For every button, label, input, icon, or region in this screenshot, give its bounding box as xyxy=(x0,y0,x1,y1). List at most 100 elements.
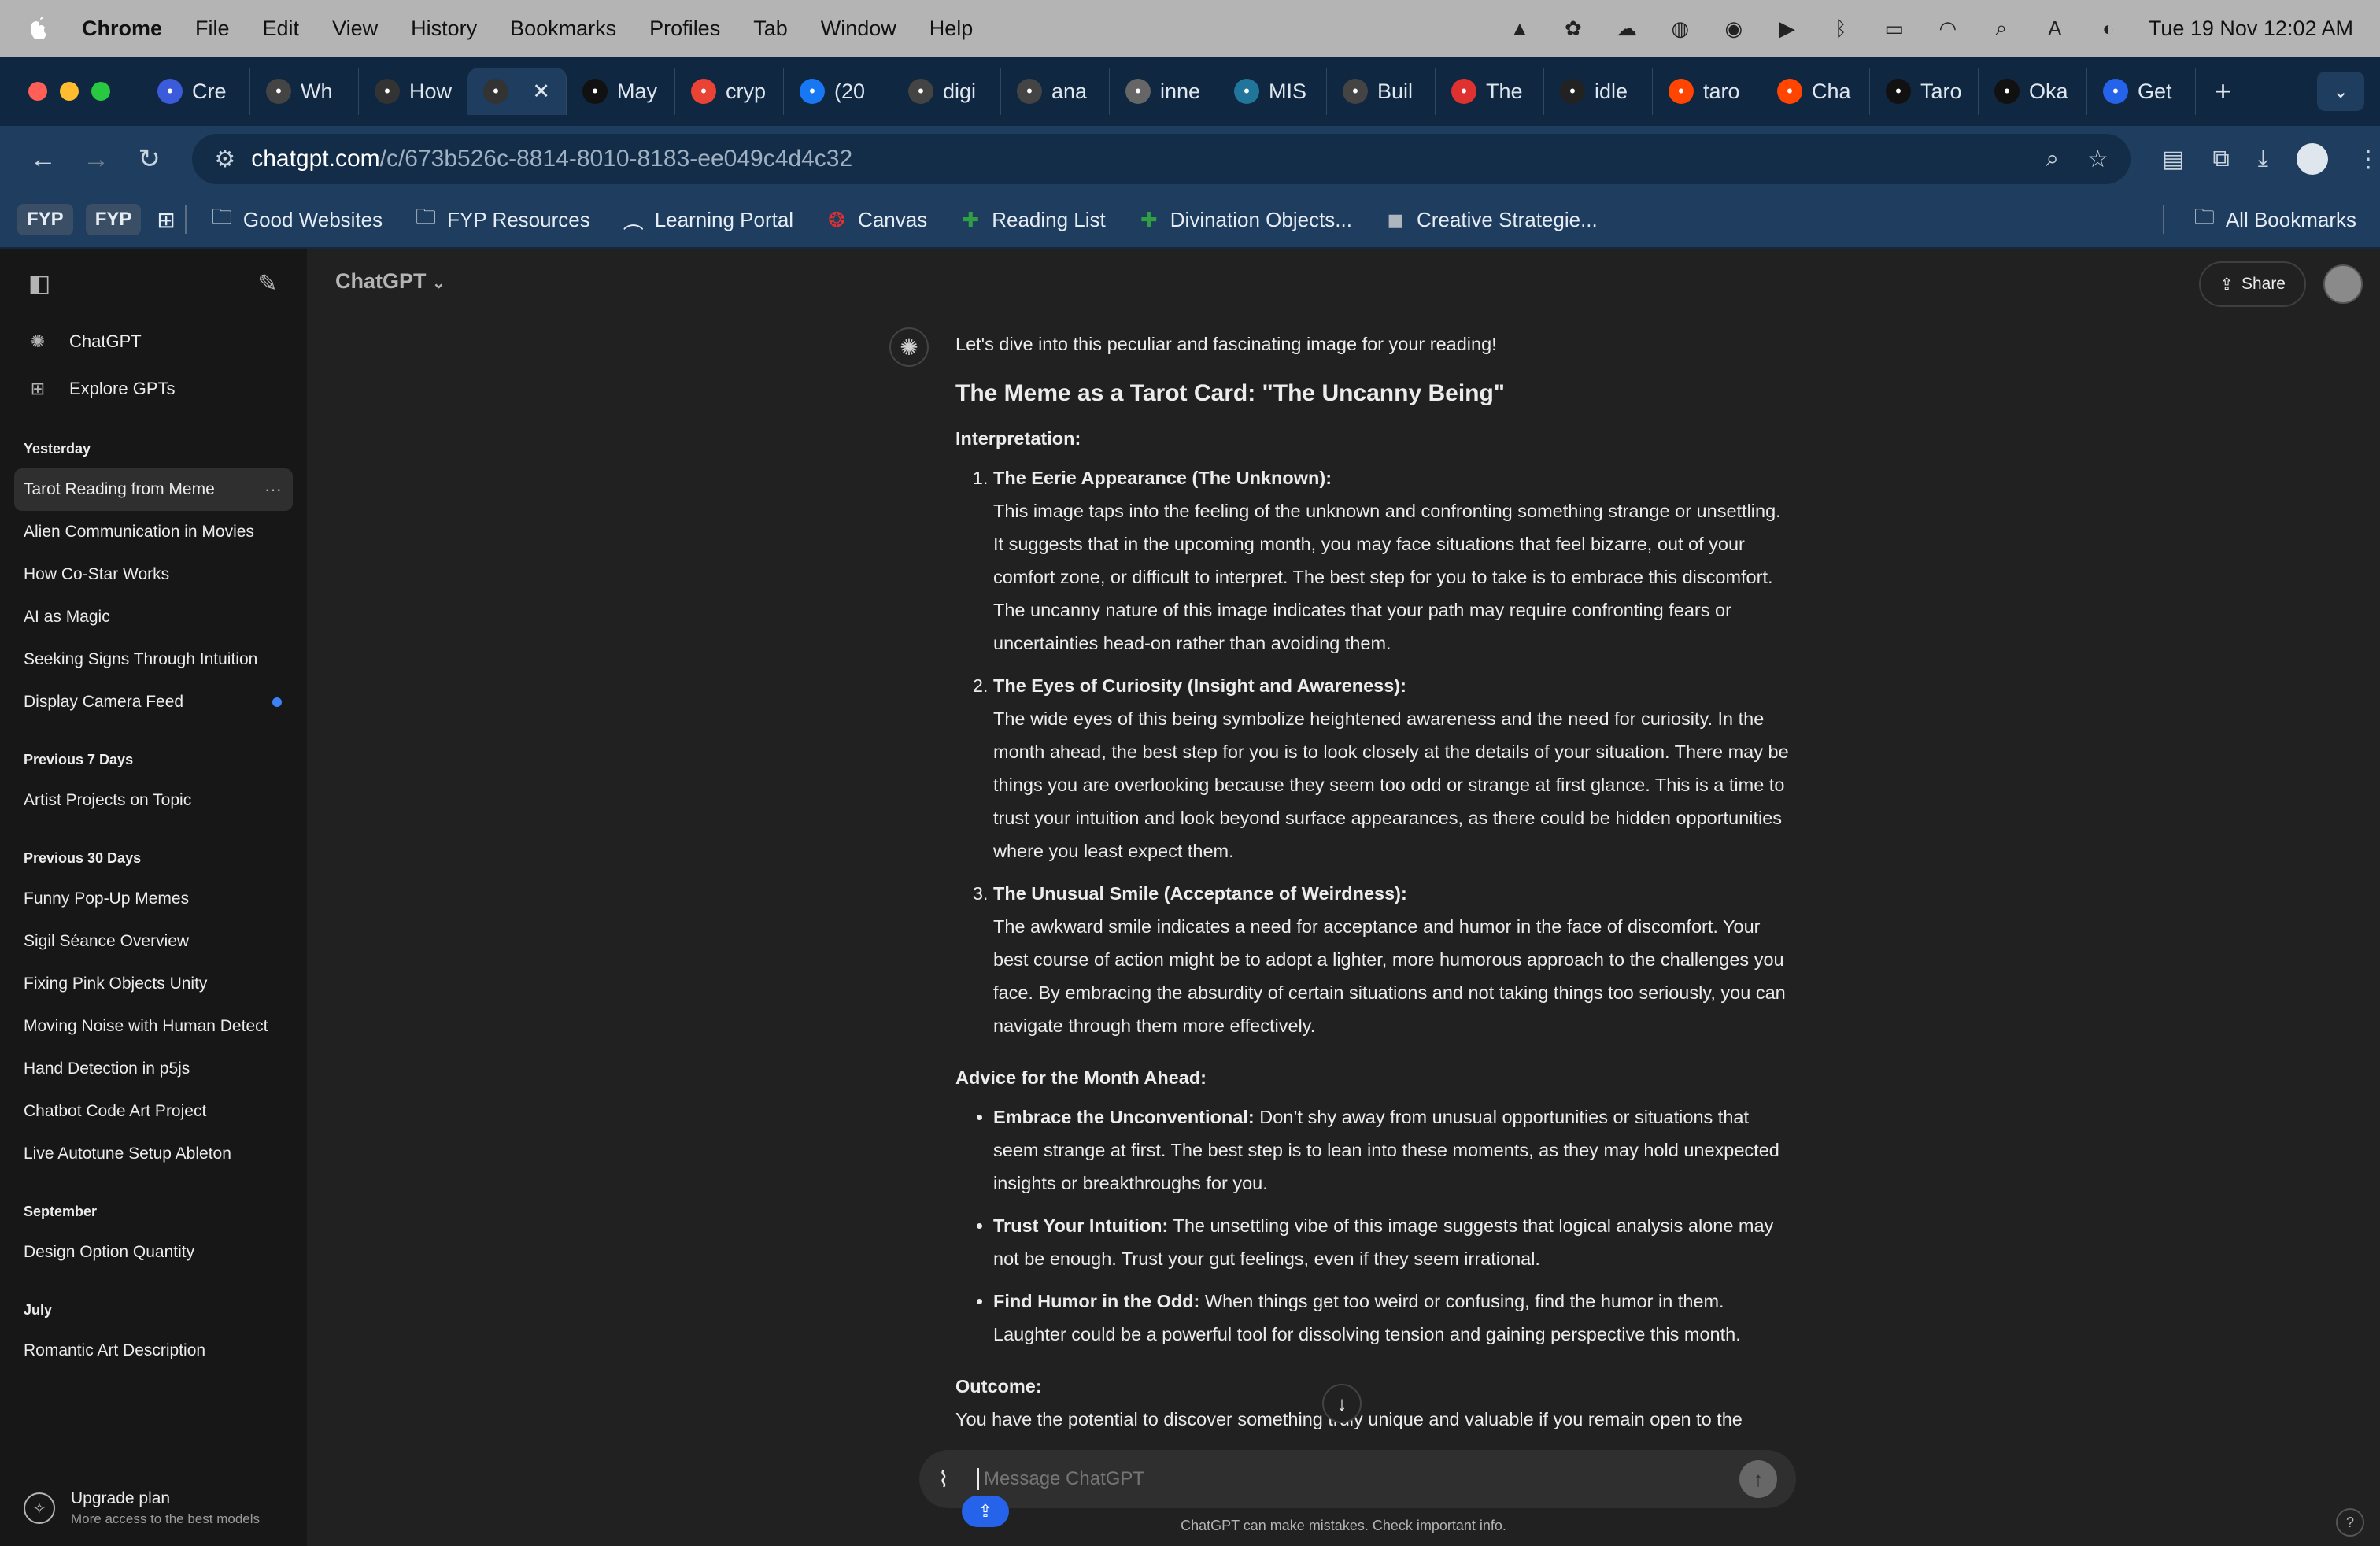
browser-tab[interactable]: • May xyxy=(567,68,675,115)
browser-tab[interactable]: • The xyxy=(1436,68,1544,115)
minimize-window-button[interactable] xyxy=(60,82,79,101)
bookmark-chip-fyp-2[interactable]: FYP xyxy=(85,204,142,235)
browser-tab[interactable]: • Taro xyxy=(1870,68,1979,115)
sidebar-chat-item[interactable]: Live Autotune Setup Ableton xyxy=(14,1133,293,1175)
bookmark-chip-fyp[interactable]: FYP xyxy=(17,204,73,235)
browser-tab[interactable]: • digi xyxy=(893,68,1001,115)
bookmark-fyp-resources[interactable]: 🗀 FYP Resources xyxy=(414,202,590,237)
menu-profiles[interactable]: Profiles xyxy=(649,17,720,41)
menu-view[interactable]: View xyxy=(332,17,378,41)
zoom-window-button[interactable] xyxy=(91,82,110,101)
sidebar-chat-item[interactable]: Fixing Pink Objects Unity xyxy=(14,963,293,1005)
back-button[interactable]: ← xyxy=(20,135,65,183)
browser-tab[interactable]: • ✕ xyxy=(468,68,567,115)
browser-tab[interactable]: • inne xyxy=(1110,68,1218,115)
browser-tab[interactable]: • Get xyxy=(2087,68,2196,115)
bookmark-learning-portal[interactable]: ︵ Learning Portal xyxy=(622,205,793,235)
sidebar-item-explore-gpts[interactable]: ⊞ Explore GPTs xyxy=(0,365,307,412)
bookmark-star-icon[interactable]: ☆ xyxy=(2087,146,2108,173)
sidebar-item-chatgpt[interactable]: ✺ ChatGPT xyxy=(0,318,307,365)
reload-button[interactable]: ↻ xyxy=(127,135,172,183)
spotlight-search-icon[interactable]: ⌕ xyxy=(1988,16,2015,40)
close-tab-icon[interactable]: ✕ xyxy=(532,80,550,104)
input-source-icon[interactable]: A xyxy=(2042,17,2068,40)
new-tab-button[interactable]: + xyxy=(2215,75,2231,108)
menu-window[interactable]: Window xyxy=(821,17,896,41)
address-bar[interactable]: ⚙ chatgpt.com/c/673b526c-8814-8010-8183-… xyxy=(192,134,2131,184)
creative-cloud-icon[interactable]: ✿ xyxy=(1560,17,1587,40)
browser-tab[interactable]: • Cre xyxy=(142,68,250,115)
menu-app-name[interactable]: Chrome xyxy=(82,17,162,41)
attach-icon[interactable]: ⌇ xyxy=(938,1466,963,1492)
zoom-icon[interactable]: ⌕ xyxy=(2046,146,2059,173)
browser-tab[interactable]: • Cha xyxy=(1761,68,1870,115)
tab-search-button[interactable]: ⌄ xyxy=(2317,72,2364,111)
menu-tab[interactable]: Tab xyxy=(753,17,788,41)
toggle-sidebar-icon[interactable]: ◧ xyxy=(24,268,55,299)
wifi-icon[interactable]: ◠ xyxy=(1935,17,1961,40)
chrome-menu-icon[interactable]: ⋮ xyxy=(2356,146,2380,173)
send-button[interactable]: ↑ xyxy=(1739,1460,1777,1498)
bluetooth-icon[interactable]: ᛒ xyxy=(1828,17,1854,40)
message-input[interactable] xyxy=(978,1468,1739,1490)
model-selector[interactable]: ChatGPT ⌄ xyxy=(335,269,445,294)
sidebar-chat-item[interactable]: Romantic Art Description xyxy=(14,1330,293,1372)
notification-icon[interactable]: ◉ xyxy=(1720,17,1747,40)
scroll-to-bottom-button[interactable]: ↓ xyxy=(1322,1384,1362,1423)
share-button[interactable]: ⇪ Share xyxy=(2199,261,2306,307)
menu-help[interactable]: Help xyxy=(929,17,974,41)
downloads-icon[interactable]: ⤓ xyxy=(2258,146,2268,172)
bookmark-creative-strategies[interactable]: ◼ Creative Strategie... xyxy=(1384,208,1598,232)
all-bookmarks[interactable]: 🗀 All Bookmarks xyxy=(2158,202,2356,237)
user-avatar[interactable] xyxy=(2323,264,2363,304)
browser-tab[interactable]: • MIS xyxy=(1218,68,1327,115)
browser-tab[interactable]: • cryp xyxy=(675,68,784,115)
apple-icon[interactable] xyxy=(27,15,50,42)
close-window-button[interactable] xyxy=(28,82,47,101)
sidebar-chat-item[interactable]: Alien Communication in Movies xyxy=(14,511,293,553)
apps-grid-icon[interactable]: ⊞ xyxy=(157,207,175,233)
globe-icon[interactable]: ◍ xyxy=(1667,17,1694,40)
bookmark-reading-list[interactable]: ✚ Reading List xyxy=(959,208,1105,232)
menu-bookmarks[interactable]: Bookmarks xyxy=(510,17,616,41)
battery-icon[interactable]: ▭ xyxy=(1881,17,1908,40)
menu-edit[interactable]: Edit xyxy=(263,17,300,41)
browser-tab[interactable]: • taro xyxy=(1653,68,1761,115)
menubar-clock[interactable]: Tue 19 Nov 12:02 AM xyxy=(2149,17,2353,41)
sidebar-chat-item[interactable]: Hand Detection in p5js xyxy=(14,1048,293,1090)
forward-button[interactable]: → xyxy=(73,135,118,183)
menu-history[interactable]: History xyxy=(411,17,477,41)
drive-icon[interactable]: ▲ xyxy=(1506,17,1533,40)
docs-extension-icon[interactable]: ▤ xyxy=(2162,146,2184,173)
browser-tab[interactable]: • Buil xyxy=(1327,68,1436,115)
help-icon[interactable]: ? xyxy=(2336,1508,2364,1537)
browser-tab[interactable]: • How xyxy=(359,68,468,115)
sidebar-chat-item[interactable]: Chatbot Code Art Project xyxy=(14,1090,293,1133)
sidebar-chat-item[interactable]: Funny Pop-Up Memes xyxy=(14,878,293,920)
upgrade-plan-button[interactable]: ✧ Upgrade plan More access to the best m… xyxy=(24,1489,260,1527)
browser-tab[interactable]: • idle xyxy=(1544,68,1653,115)
bookmark-good-websites[interactable]: 🗀 Good Websites xyxy=(210,202,382,237)
sidebar-chat-item[interactable]: Sigil Séance Overview xyxy=(14,920,293,963)
site-info-icon[interactable]: ⚙ xyxy=(214,146,235,173)
sidebar-chat-item[interactable]: Design Option Quantity xyxy=(14,1231,293,1274)
browser-tab[interactable]: • (20 xyxy=(784,68,893,115)
play-icon[interactable]: ▶ xyxy=(1774,17,1801,40)
sidebar-chat-item[interactable]: Artist Projects on Topic xyxy=(14,779,293,822)
more-options-icon[interactable]: ··· xyxy=(264,479,282,500)
browser-tab[interactable]: • Oka xyxy=(1979,68,2087,115)
profile-avatar[interactable] xyxy=(2297,143,2328,175)
cloud-icon[interactable]: ☁ xyxy=(1613,17,1640,40)
browser-tab[interactable]: • ana xyxy=(1001,68,1110,115)
bookmark-canvas[interactable]: ❂ Canvas xyxy=(825,208,927,232)
sidebar-chat-item[interactable]: Seeking Signs Through Intuition xyxy=(14,638,293,681)
browser-tab[interactable]: • Wh xyxy=(250,68,359,115)
control-center-icon[interactable]: ◐ xyxy=(2095,17,2122,40)
sidebar-chat-item[interactable]: Display Camera Feed xyxy=(14,681,293,723)
menu-file[interactable]: File xyxy=(195,17,230,41)
sidebar-chat-item[interactable]: AI as Magic xyxy=(14,596,293,638)
sidebar-chat-item[interactable]: Tarot Reading from Meme ··· xyxy=(14,468,293,511)
sidebar-chat-item[interactable]: How Co-Star Works xyxy=(14,553,293,596)
bookmark-divination-objects[interactable]: ✚ Divination Objects... xyxy=(1137,208,1352,232)
extensions-puzzle-icon[interactable]: ⧉ xyxy=(2212,146,2229,172)
